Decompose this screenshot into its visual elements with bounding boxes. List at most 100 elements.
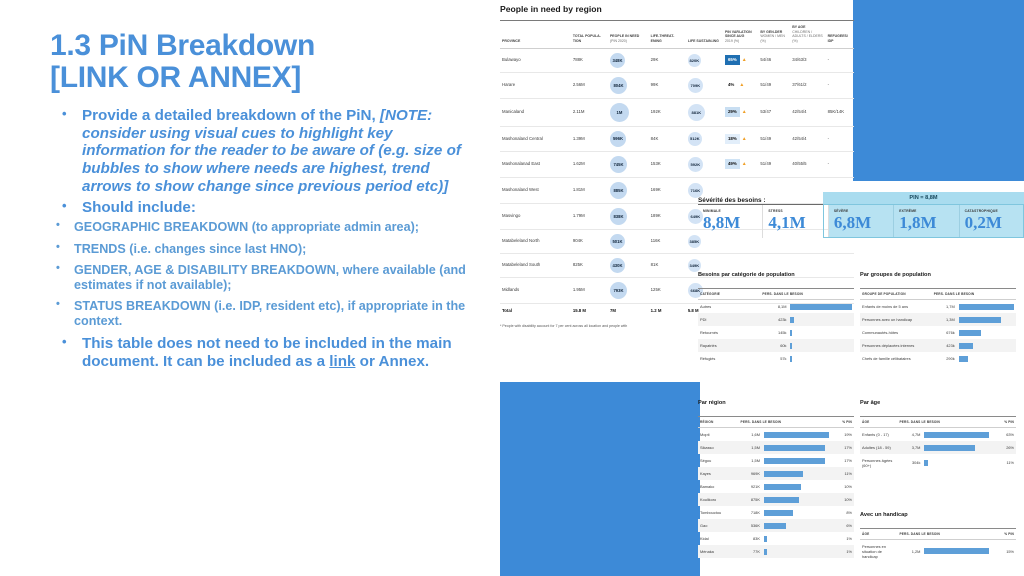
cell-bar — [922, 540, 991, 563]
col-life-threatening: LIFE-THREAT-ENING — [648, 20, 686, 49]
table-row: Koulikoro 875K 10% — [698, 493, 854, 506]
cell-life-threatening: 99K — [648, 72, 686, 99]
bar-fill — [924, 459, 929, 466]
cell-people-in-need: 430K — [607, 253, 649, 278]
cell-people-in-need: 745K — [607, 151, 649, 178]
table-row: Personnes déplacées internes 423k — [860, 339, 1016, 352]
trend-up-icon: ▲ — [741, 109, 747, 116]
cell-label: Sikasso — [700, 444, 714, 450]
cell-people-in-need: 501K — [607, 229, 649, 254]
cell-percent: 1% — [846, 535, 852, 541]
cell-life-threatening: 116K — [648, 229, 686, 254]
trend-up-icon: ▲ — [741, 57, 747, 64]
col-category: CATÉGORIE — [698, 288, 761, 300]
cell-province: Mashonalanad East — [500, 151, 571, 178]
cell-percent: 1% — [846, 548, 852, 554]
bar-fill — [763, 509, 794, 516]
cell-value: 83K — [753, 535, 760, 541]
cell-refugees-idp: 85K/14K — [825, 98, 854, 127]
cell-pin-variation: 29% ▲ — [722, 98, 759, 127]
table-row: Enfants de moins de 5 ans 1,7M — [860, 300, 1016, 314]
bar-fill — [790, 355, 792, 362]
bullet-text-should-include: Should include: — [82, 198, 196, 216]
severity-value: 6,8M — [833, 213, 872, 232]
cell-label: Bamako — [700, 483, 715, 489]
cell-label: Personnes âgées (60+) — [862, 457, 893, 468]
cell-total-population: 1.95M — [570, 277, 608, 304]
with-disability-title: Avec un handicap — [860, 512, 908, 518]
table-row: Rapatriés 60k — [698, 339, 854, 352]
cell-pin-variation: 49% ▲ — [722, 151, 759, 178]
cell-bar — [957, 300, 1016, 314]
cell-province: Midlands — [500, 277, 571, 304]
cell-bar — [957, 352, 1016, 365]
cell-value: 57k — [780, 355, 787, 361]
bullet-item-should-include: Should include: — [56, 198, 470, 217]
by-region-table: RÉGION PERS. DANS LE BESOIN % PIN Mopti 1… — [698, 416, 854, 558]
title-line-2: [LINK OR ANNEX] — [50, 61, 302, 95]
bullet-list-closing: This table does not need to be included … — [56, 334, 470, 371]
by-population-group-section: Par groupes de population GROUPE DE POPU… — [860, 272, 1016, 365]
slide-content-panel: 1.3 PiN Breakdown [LINK OR ANNEX] Provid… — [0, 0, 492, 576]
by-region-section: Par région RÉGION PERS. DANS LE BESOIN %… — [698, 400, 854, 558]
cell-label: Gao — [700, 522, 708, 528]
cell-life-threatening: 192K — [648, 98, 686, 127]
cell-value: 290k — [946, 355, 955, 361]
bar-fill — [790, 329, 792, 336]
table-row: Harare 2.56M 804K 99K 709K 4% ▲ 51/49 37/61/2- — [500, 72, 854, 99]
cell-total-province: Total — [500, 302, 571, 318]
cell-by-age: 40/55/5 — [790, 151, 826, 178]
blue-placeholder-block-top — [853, 0, 1024, 181]
cell-life-sustaining: 709K — [685, 72, 723, 99]
cell-value: 304k — [911, 460, 921, 466]
severity-cells-wrapper: MINIMALE 8,8M STRESS 4,1M SÉVÈRE 6,8M EXTRÊME 1… — [698, 204, 1024, 238]
cell-value: 4,7M — [911, 431, 921, 437]
annex-link[interactable]: link — [329, 353, 355, 370]
cell-bar — [788, 339, 854, 352]
cell-value: 921K — [750, 483, 760, 489]
page-title: 1.3 PiN Breakdown [LINK OR ANNEX] — [50, 29, 470, 95]
cell-bar — [762, 519, 831, 532]
cell-province: Mashonaland West — [500, 177, 571, 204]
severity-cell: MINIMALE 8,8M — [698, 205, 764, 238]
cell-bar — [762, 454, 831, 467]
cell-label: Ségou — [700, 457, 712, 463]
cell-total-population: 1.81M — [570, 177, 608, 204]
cell-label: Adultes (18 - 59) — [862, 444, 891, 450]
cell-by-age: 42/54/4 — [790, 98, 826, 127]
col-pct-pin: % PIN — [830, 416, 854, 428]
needs-by-category-section: Besoins par catégorie de population CATÉ… — [698, 272, 854, 365]
cell-pin-variation: 65% ▲ — [722, 48, 759, 73]
severity-of-needs-section: Sévérité des besoins : PIN = 8,8M MINIMA… — [698, 190, 1024, 238]
severity-value: 0,2M — [964, 213, 1002, 232]
cell-label: Retournés — [700, 329, 718, 335]
cell-value: 77K — [753, 548, 760, 554]
cell-total-population: 1.39M — [570, 126, 608, 152]
bar-fill — [958, 303, 1014, 310]
cell-percent: 63% — [1006, 431, 1014, 437]
table-row: Gao 536K 6% — [698, 519, 854, 532]
needs-by-category-body: Autres 8,1M PDI 423k Retournés 145k Rapatriés 6… — [698, 300, 854, 366]
cell-people-in-need: 1M — [607, 98, 649, 127]
cell-total-population: 2.11M — [570, 98, 608, 127]
pin-table-header-row: PROVINCE TOTAL POPULA-TION PEOPLE IN NEE… — [500, 20, 854, 49]
bar-fill — [790, 303, 852, 310]
table-row: Kidal 83K 1% — [698, 532, 854, 545]
col-population-group: GROUPE DE POPULATION — [860, 288, 932, 300]
with-disability-section: Avec un handicap ÂGE PERS. DANS LE BESOI… — [860, 512, 1016, 562]
by-age-title: Par âge — [860, 400, 881, 406]
cell-life-threatening: 189K — [648, 203, 686, 230]
by-population-group-title: Par groupes de population — [860, 272, 931, 278]
cell-percent: 11% — [1006, 460, 1015, 466]
cell-label: Autres — [700, 303, 712, 309]
cell-value: 1,5M — [751, 457, 760, 463]
col-total-population: TOTAL POPULA-TION — [570, 20, 608, 49]
col-pct-pin: % PIN — [991, 416, 1016, 428]
cell-bar — [922, 441, 991, 454]
blue-placeholder-block-bottom — [500, 382, 700, 576]
title-line-1: 1.3 PiN Breakdown — [50, 29, 315, 62]
cell-by-gender: 51/49 — [758, 72, 791, 99]
bullet-text-normal: Provide a detailed breakdown of the PiN, — [82, 106, 380, 124]
cell-bar — [788, 352, 854, 365]
cell-refugees-idp: - — [825, 48, 854, 73]
